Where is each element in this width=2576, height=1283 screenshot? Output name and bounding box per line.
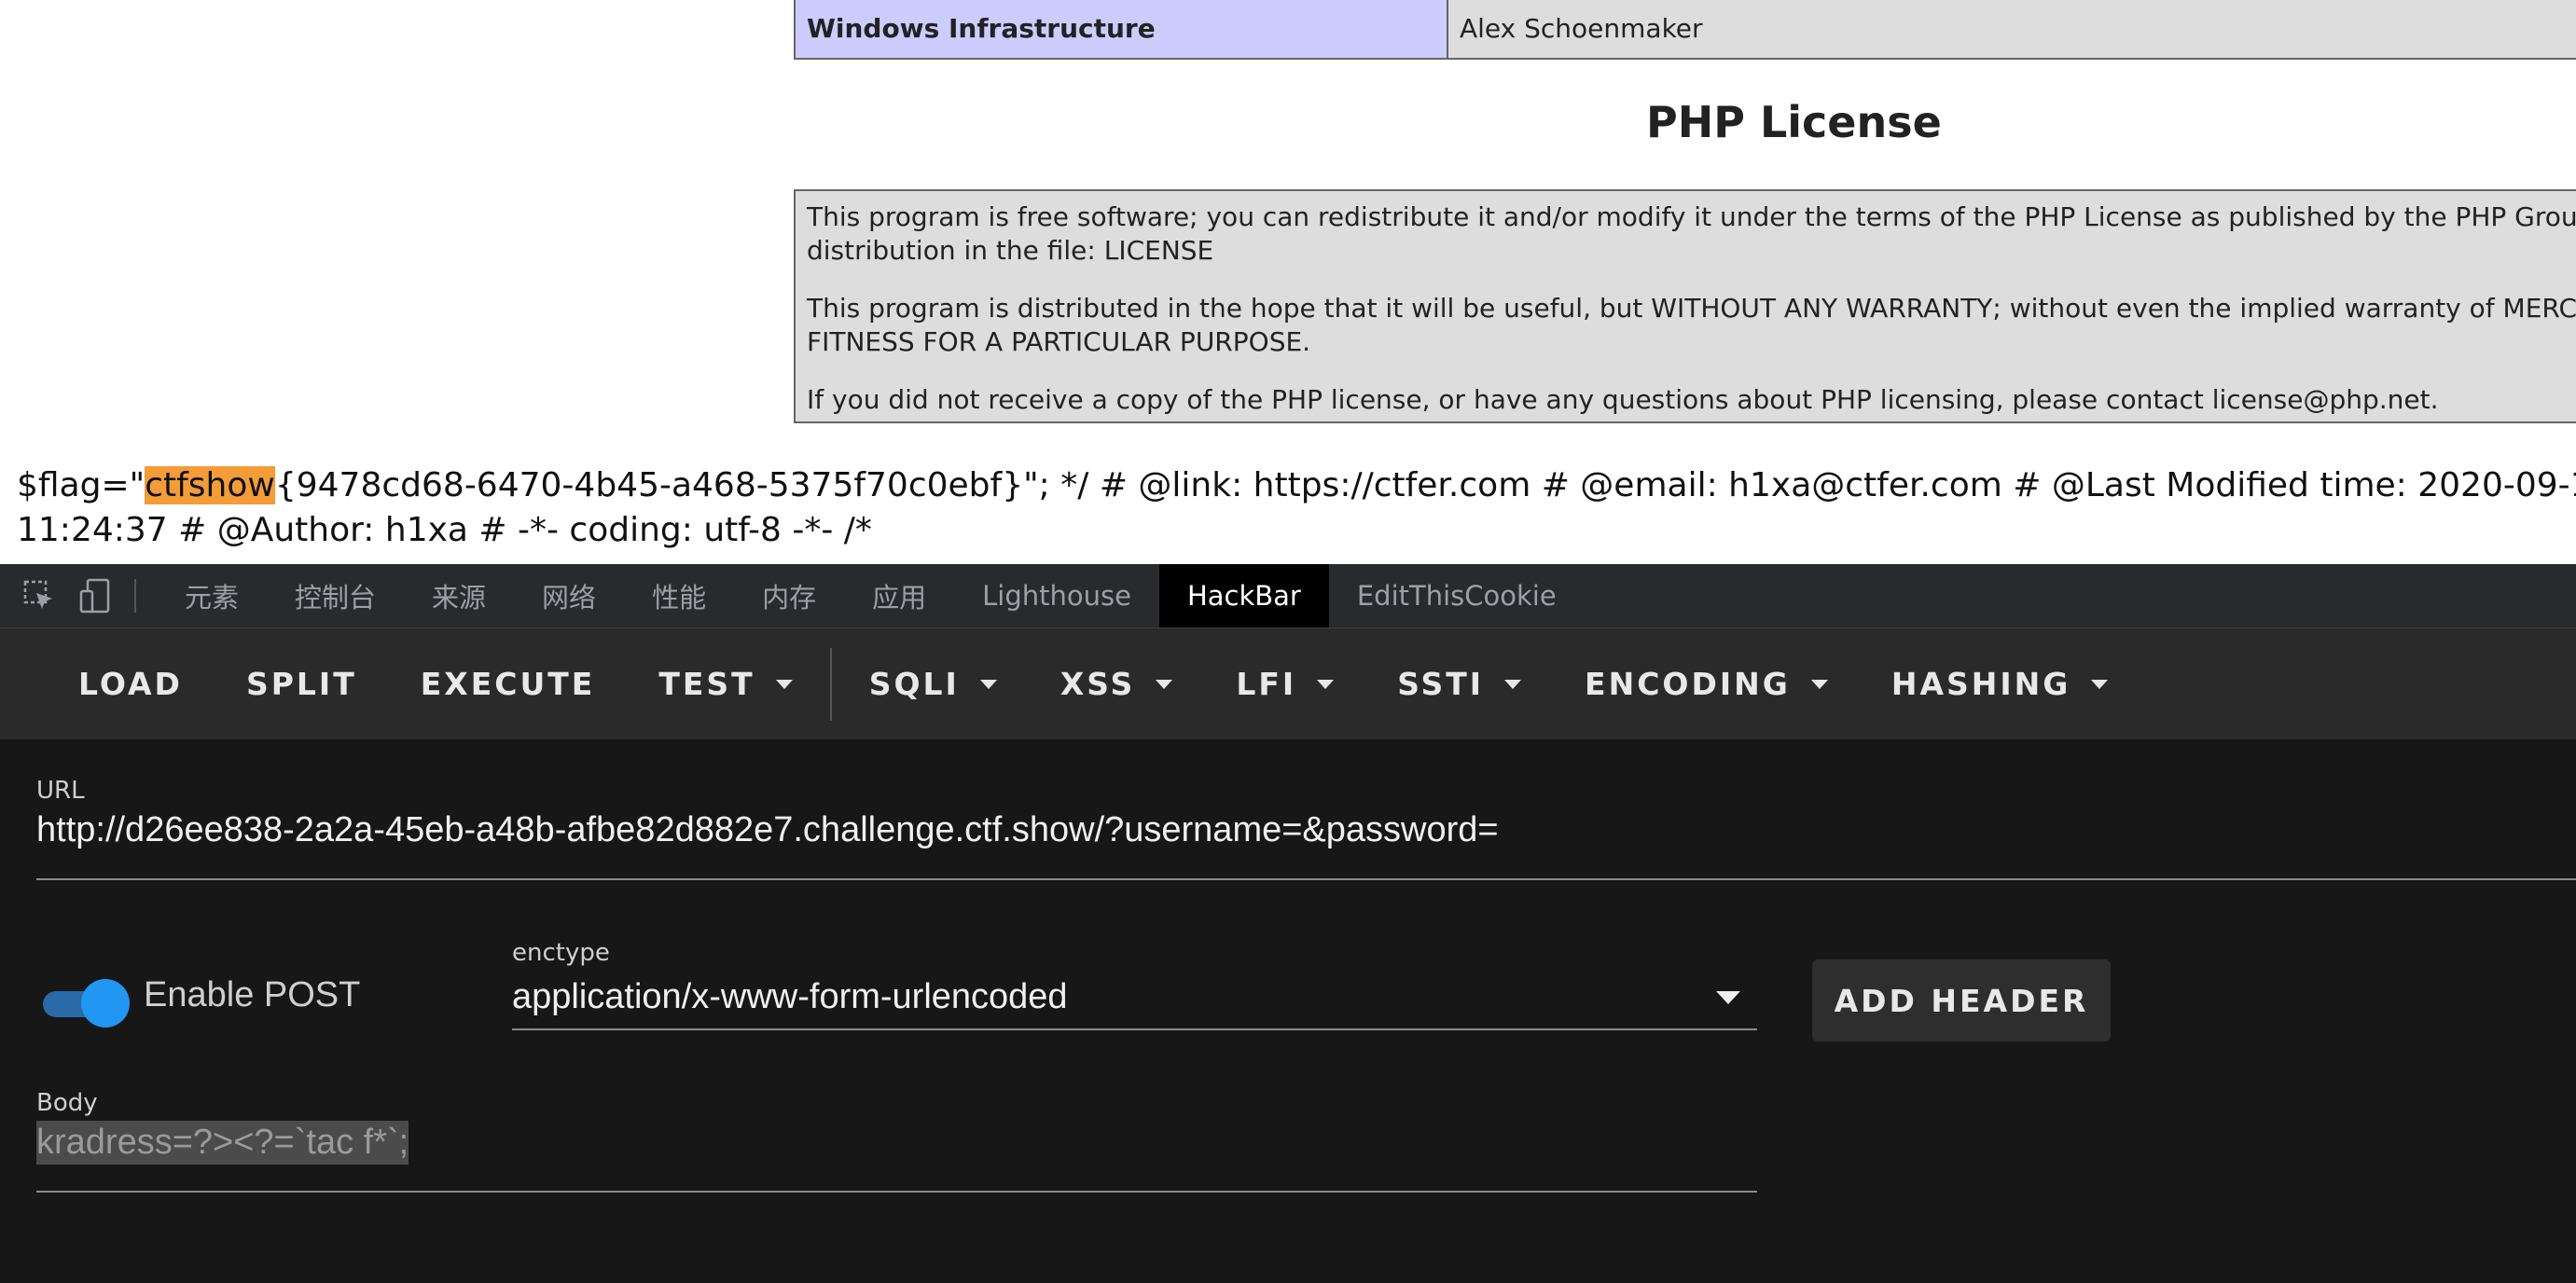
credits-table: Windows Infrastructure Alex Schoenmaker <box>794 0 2576 60</box>
license-paragraph: If you did not receive a copy of the PHP… <box>807 383 2576 417</box>
flag-rest: {9478cd68-6470-4b45-a468-5375f70c0ebf}";… <box>274 466 2576 504</box>
test-label: TEST <box>658 666 755 702</box>
toggle-knob <box>81 979 130 1028</box>
inspect-cursor-icon[interactable] <box>19 564 60 628</box>
flag-highlight: ctfshow <box>145 466 275 504</box>
flag-prefix: $flag=" <box>17 466 145 504</box>
enable-post-toggle[interactable] <box>39 979 130 1028</box>
flag-line-2: 11:24:37 # @Author: h1xa # -*- coding: u… <box>17 511 872 549</box>
license-box: This program is free software; you can r… <box>794 189 2576 423</box>
url-input[interactable]: http://d26ee838-2a2a-45eb-a48b-afbe82d88… <box>36 810 1499 850</box>
body-underline <box>36 1191 1757 1193</box>
execute-button[interactable]: EXECUTE <box>389 628 628 739</box>
chevron-down-icon <box>2091 679 2109 689</box>
license-line: distribution in the file: LICENSE <box>807 235 1214 266</box>
xss-label: XSS <box>1059 666 1136 702</box>
lfi-label: LFI <box>1236 666 1297 702</box>
split-button[interactable]: SPLIT <box>215 628 389 739</box>
tab-application[interactable]: 应用 <box>844 564 954 628</box>
flag-output: $flag="ctfshow{9478cd68-6470-4b45-a468-5… <box>17 463 2576 553</box>
ssti-menu-button[interactable]: SSTI <box>1365 628 1553 739</box>
body-label: Body <box>36 1089 98 1117</box>
encoding-menu-button[interactable]: ENCODING <box>1553 628 1860 739</box>
enable-post-label: Enable POST <box>144 975 361 1014</box>
tab-hackbar[interactable]: HackBar <box>1158 564 1329 628</box>
table-row: Windows Infrastructure Alex Schoenmaker <box>794 0 2576 60</box>
url-label: URL <box>36 777 85 805</box>
license-line: This program is distributed in the hope … <box>807 293 2576 324</box>
hackbar-toolbar: LOAD SPLIT EXECUTE TEST SQLI XSS LFI SST… <box>0 628 2576 739</box>
license-line: FITNESS FOR A PARTICULAR PURPOSE. <box>807 326 1311 357</box>
tab-sources[interactable]: 来源 <box>404 564 514 628</box>
license-paragraph: This program is distributed in the hope … <box>807 292 2576 359</box>
php-info-page: Windows Infrastructure Alex Schoenmaker … <box>0 0 2576 563</box>
test-menu-button[interactable]: TEST <box>627 628 824 739</box>
chevron-down-icon[interactable] <box>1716 991 1740 1004</box>
sqli-label: SQLI <box>868 666 960 702</box>
tab-elements[interactable]: 元素 <box>157 564 267 628</box>
chevron-down-icon <box>1156 679 1173 689</box>
license-title: PHP License <box>1646 97 1942 147</box>
chevron-down-icon <box>979 679 997 689</box>
ssti-label: SSTI <box>1397 666 1485 702</box>
hashing-label: HASHING <box>1890 666 2071 702</box>
hashing-menu-button[interactable]: HASHING <box>1860 628 2140 739</box>
split-label: SPLIT <box>245 666 357 702</box>
devtools-panel: 元素 控制台 来源 网络 性能 内存 应用 Lighthouse HackBar… <box>0 564 2576 1283</box>
credits-value: Alex Schoenmaker <box>1447 0 2576 60</box>
body-input[interactable]: kradress=?><?=`tac f*`; <box>36 1121 409 1165</box>
url-underline <box>36 878 2576 880</box>
credits-key: Windows Infrastructure <box>794 0 1448 60</box>
tab-separator <box>134 579 136 613</box>
license-line: If you did not receive a copy of the PHP… <box>807 384 2439 415</box>
license-paragraph: This program is free software; you can r… <box>807 200 2576 268</box>
enctype-underline <box>512 1028 1757 1030</box>
add-header-button[interactable]: ADD HEADER <box>1812 959 2111 1042</box>
tab-lighthouse[interactable]: Lighthouse <box>954 564 1159 628</box>
tab-editthiscookie[interactable]: EditThisCookie <box>1329 564 1585 628</box>
tab-memory[interactable]: 内存 <box>734 564 844 628</box>
tab-console[interactable]: 控制台 <box>267 564 404 628</box>
device-toggle-icon[interactable] <box>75 564 116 628</box>
load-label: LOAD <box>78 666 183 702</box>
toolbar-divider <box>829 647 832 721</box>
lfi-menu-button[interactable]: LFI <box>1204 628 1365 739</box>
tab-performance[interactable]: 性能 <box>624 564 734 628</box>
load-button[interactable]: LOAD <box>47 628 215 739</box>
devtools-tab-bar: 元素 控制台 来源 网络 性能 内存 应用 Lighthouse HackBar… <box>0 564 2576 628</box>
add-header-label: ADD HEADER <box>1834 982 2089 1019</box>
execute-label: EXECUTE <box>420 666 596 702</box>
chevron-down-icon <box>1317 679 1335 689</box>
chevron-down-icon <box>775 679 793 689</box>
enctype-select[interactable]: application/x-www-form-urlencoded <box>512 977 1068 1017</box>
xss-menu-button[interactable]: XSS <box>1029 628 1205 739</box>
tab-network[interactable]: 网络 <box>514 564 624 628</box>
sqli-menu-button[interactable]: SQLI <box>838 628 1029 739</box>
license-line: This program is free software; you can r… <box>807 201 2576 232</box>
chevron-down-icon <box>1810 679 1828 689</box>
encoding-label: ENCODING <box>1585 666 1791 702</box>
enctype-label: enctype <box>512 939 610 967</box>
chevron-down-icon <box>1504 679 1522 689</box>
